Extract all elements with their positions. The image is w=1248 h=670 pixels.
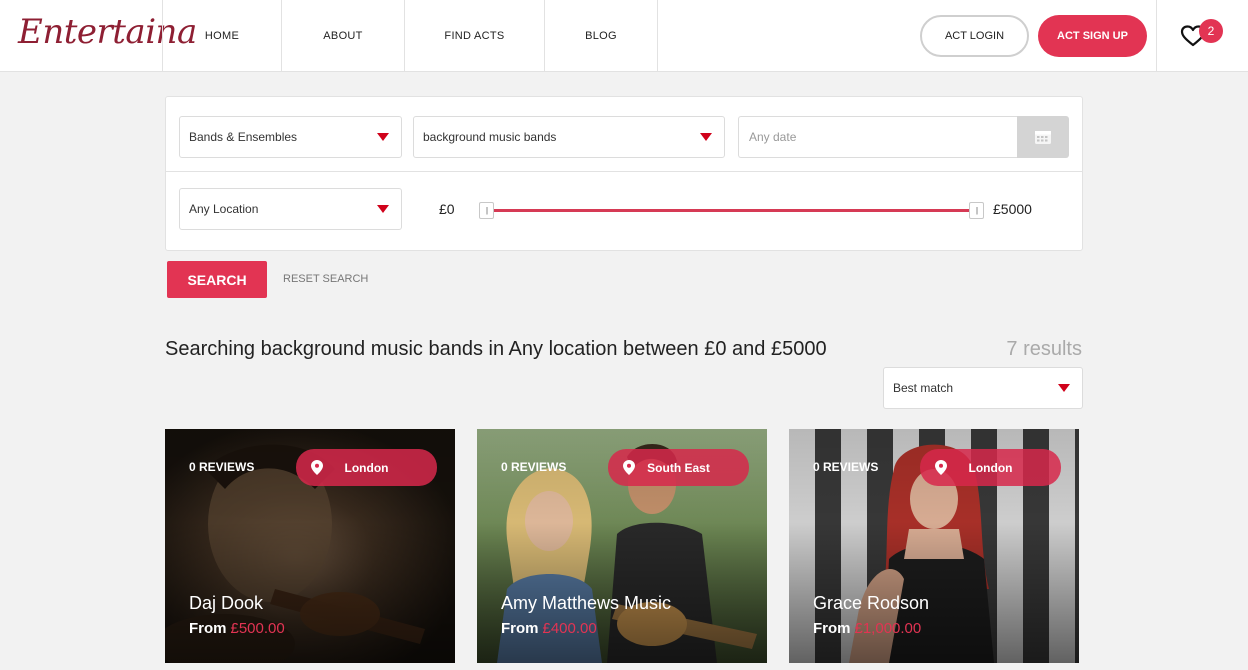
sort-select-value: Best match — [893, 381, 954, 395]
location-select-value: Any Location — [189, 202, 259, 216]
date-input[interactable] — [738, 116, 1018, 158]
search-summary: Searching background music bands in Any … — [165, 338, 827, 360]
main-nav: HOME ABOUT FIND ACTS BLOG — [162, 0, 658, 72]
reset-search-link[interactable]: RESET SEARCH — [283, 273, 368, 285]
card-location: London — [344, 460, 389, 475]
favourites-count-badge: 2 — [1199, 19, 1223, 43]
chevron-down-icon — [377, 205, 389, 213]
price-max-handle[interactable]: || — [969, 202, 984, 219]
card-location-badge[interactable]: London — [296, 449, 437, 486]
act-card[interactable]: 0 REVIEWS London Grace Rodson From £1,000… — [789, 429, 1079, 663]
card-from-label: From — [501, 620, 539, 637]
nav-blog[interactable]: BLOG — [544, 0, 658, 72]
calendar-icon — [1035, 131, 1051, 144]
card-price: £1,000.00 — [854, 620, 922, 637]
location-select[interactable]: Any Location — [179, 188, 402, 230]
chevron-down-icon — [377, 133, 389, 141]
results-count: 7 results — [1006, 338, 1082, 360]
price-min-handle[interactable]: || — [479, 202, 494, 219]
price-max-label: £5000 — [993, 201, 1032, 217]
card-price-row: From £400.00 — [501, 620, 597, 637]
panel-divider — [166, 171, 1082, 172]
card-from-label: From — [189, 620, 227, 637]
map-pin-icon — [935, 460, 947, 475]
site-header: Entertaina HOME ABOUT FIND ACTS BLOG ACT… — [0, 0, 1248, 72]
header-divider — [1156, 0, 1157, 72]
act-card[interactable]: 0 REVIEWS South East Amy Matthews Music … — [477, 429, 767, 663]
chevron-down-icon — [1058, 384, 1070, 392]
subcategory-select[interactable]: background music bands — [413, 116, 725, 158]
card-reviews: 0 REVIEWS — [189, 460, 255, 474]
card-from-label: From — [813, 620, 851, 637]
card-price-row: From £1,000.00 — [813, 620, 921, 637]
card-location: South East — [647, 460, 710, 475]
map-pin-icon — [623, 460, 635, 475]
chevron-down-icon — [700, 133, 712, 141]
card-act-name: Amy Matthews Music — [501, 593, 672, 613]
sort-select[interactable]: Best match — [883, 367, 1083, 409]
subcategory-select-value: background music bands — [423, 130, 557, 144]
card-act-name: Grace Rodson — [813, 593, 930, 613]
category-select-value: Bands & Ensembles — [189, 130, 298, 144]
act-card[interactable]: 0 REVIEWS London Daj Dook From £500.00 — [165, 429, 455, 663]
price-min-label: £0 — [439, 201, 455, 217]
search-panel: Bands & Ensembles background music bands… — [165, 96, 1083, 251]
card-location-badge[interactable]: London — [920, 449, 1061, 486]
card-reviews: 0 REVIEWS — [501, 460, 567, 474]
card-price-row: From £500.00 — [189, 620, 285, 637]
category-select[interactable]: Bands & Ensembles — [179, 116, 402, 158]
act-login-button[interactable]: ACT LOGIN — [920, 15, 1029, 57]
nav-home[interactable]: HOME — [162, 0, 281, 72]
search-button[interactable]: SEARCH — [167, 261, 267, 298]
map-pin-icon — [311, 460, 323, 475]
calendar-button[interactable] — [1017, 116, 1069, 158]
card-price: £500.00 — [230, 620, 285, 637]
card-location: London — [968, 460, 1013, 475]
nav-find-acts[interactable]: FIND ACTS — [404, 0, 544, 72]
card-location-badge[interactable]: South East — [608, 449, 749, 486]
card-act-name: Daj Dook — [189, 593, 264, 613]
act-signup-button[interactable]: ACT SIGN UP — [1038, 15, 1147, 57]
card-reviews: 0 REVIEWS — [813, 460, 879, 474]
card-price: £400.00 — [542, 620, 597, 637]
nav-about[interactable]: ABOUT — [281, 0, 404, 72]
price-range-track[interactable] — [488, 209, 976, 212]
